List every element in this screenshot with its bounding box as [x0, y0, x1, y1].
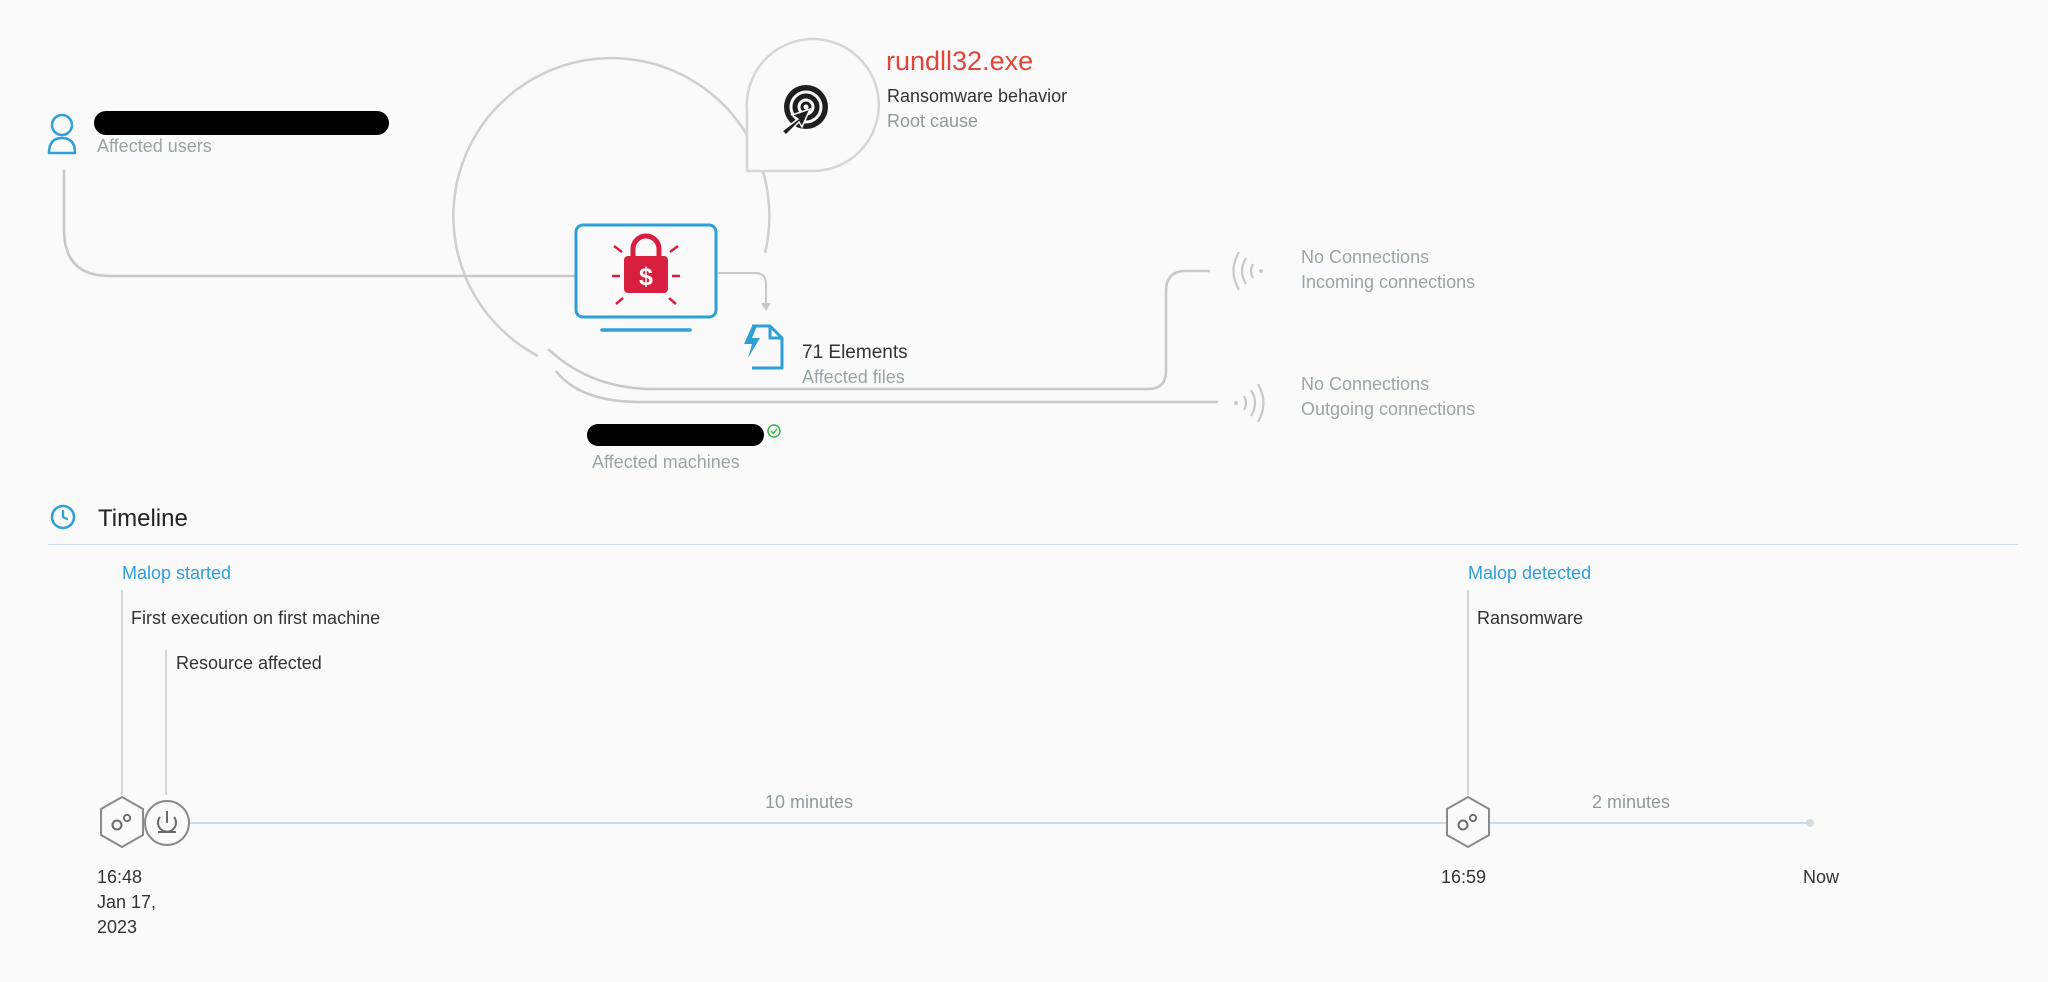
gears-detected-icon[interactable]: [1443, 794, 1493, 850]
timeline-axis: [121, 590, 1814, 827]
start-time: 16:48: [97, 867, 143, 887]
start-date-line2: 2023: [97, 917, 138, 937]
now-label: Now: [1803, 867, 1840, 887]
resource-affected-label: Resource affected: [176, 653, 322, 673]
malop-detected-label[interactable]: Malop detected: [1468, 563, 1591, 584]
malop-overview: rundll32.exe Ransomware behavior Root ca…: [0, 0, 2048, 982]
resource-event-icon[interactable]: [141, 797, 193, 849]
start-date-line1: Jan 17,: [97, 892, 157, 912]
malop-started-label[interactable]: Malop started: [122, 563, 231, 584]
first-execution-label: First execution on first machine: [131, 608, 381, 628]
gears-event-icon[interactable]: [97, 794, 147, 850]
duration-10-minutes: 10 minutes: [765, 792, 854, 812]
ransomware-label: Ransomware: [1477, 608, 1584, 628]
duration-2-minutes: 2 minutes: [1592, 792, 1671, 812]
detect-time: 16:59: [1441, 867, 1487, 887]
